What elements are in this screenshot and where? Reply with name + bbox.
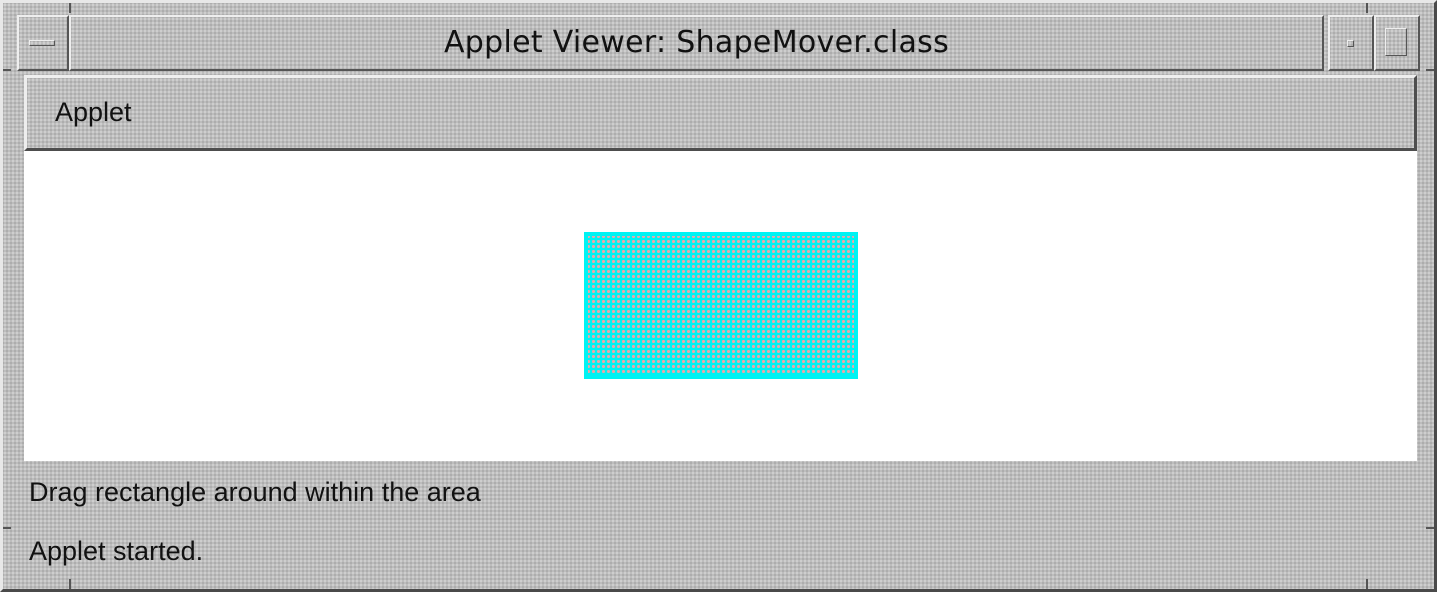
window-menu-icon <box>29 40 55 46</box>
resize-tick[interactable] <box>1426 69 1434 71</box>
maximize-button[interactable] <box>1374 15 1420 71</box>
resize-tick[interactable] <box>69 3 71 13</box>
menu-bar: Applet <box>24 75 1417 151</box>
minimize-button[interactable] <box>1328 15 1374 71</box>
maximize-icon <box>1385 28 1407 56</box>
status-message: Applet started. <box>29 536 204 566</box>
menu-applet[interactable]: Applet <box>55 97 132 128</box>
instruction-text: Drag rectangle around within the area <box>29 477 481 507</box>
resize-tick[interactable] <box>1366 579 1368 589</box>
applet-canvas[interactable] <box>24 151 1417 461</box>
applet-viewer-window: Applet Viewer: ShapeMover.class Applet D… <box>0 0 1437 592</box>
window-title[interactable]: Applet Viewer: ShapeMover.class <box>69 15 1324 71</box>
window-menu-button[interactable] <box>17 15 69 71</box>
resize-tick[interactable] <box>69 579 71 589</box>
draggable-rectangle[interactable] <box>584 232 858 379</box>
resize-tick[interactable] <box>1426 527 1434 529</box>
minimize-icon <box>1347 40 1354 47</box>
resize-tick[interactable] <box>3 69 11 71</box>
resize-tick[interactable] <box>1366 3 1368 13</box>
resize-tick[interactable] <box>3 527 11 529</box>
title-bar[interactable]: Applet Viewer: ShapeMover.class <box>17 15 1420 71</box>
